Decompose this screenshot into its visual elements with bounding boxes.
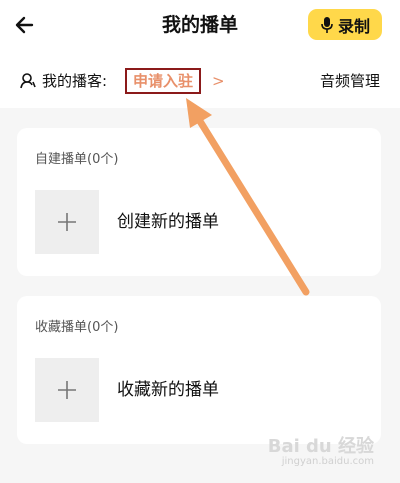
- audio-manage-link[interactable]: 音频管理: [320, 71, 380, 91]
- favorite-playlist-button[interactable]: [35, 358, 99, 422]
- record-label: 录制: [337, 16, 370, 36]
- my-podcast-label: 我的播客:: [42, 72, 108, 90]
- plus-icon: [58, 381, 76, 399]
- header-bar: 我的播单 录制: [0, 0, 400, 52]
- record-button[interactable]: 录制: [308, 9, 382, 40]
- favorite-playlists-title: 收藏播单(0个): [35, 320, 119, 335]
- favorite-playlists-card: 收藏播单(0个) 收藏新的播单: [17, 296, 381, 444]
- apply-join-link[interactable]: 申请入驻: [125, 68, 202, 94]
- plus-icon: [58, 213, 76, 231]
- podcast-bar: 我的播客: 申请入驻 > 音频管理: [0, 52, 400, 108]
- favorite-playlist-label[interactable]: 收藏新的播单: [117, 378, 219, 402]
- create-playlist-button[interactable]: [35, 190, 99, 254]
- watermark-logo: Bai du 经验: [267, 436, 374, 457]
- create-playlist-label[interactable]: 创建新的播单: [117, 210, 219, 234]
- watermark-url: jingyan.baidu.com: [281, 456, 374, 467]
- chevron-right-icon: >: [212, 72, 225, 90]
- created-playlists-card: 自建播单(0个) 创建新的播单: [17, 128, 381, 276]
- person-icon: [20, 73, 36, 89]
- microphone-icon: [321, 16, 333, 33]
- created-playlists-title: 自建播单(0个): [35, 152, 119, 167]
